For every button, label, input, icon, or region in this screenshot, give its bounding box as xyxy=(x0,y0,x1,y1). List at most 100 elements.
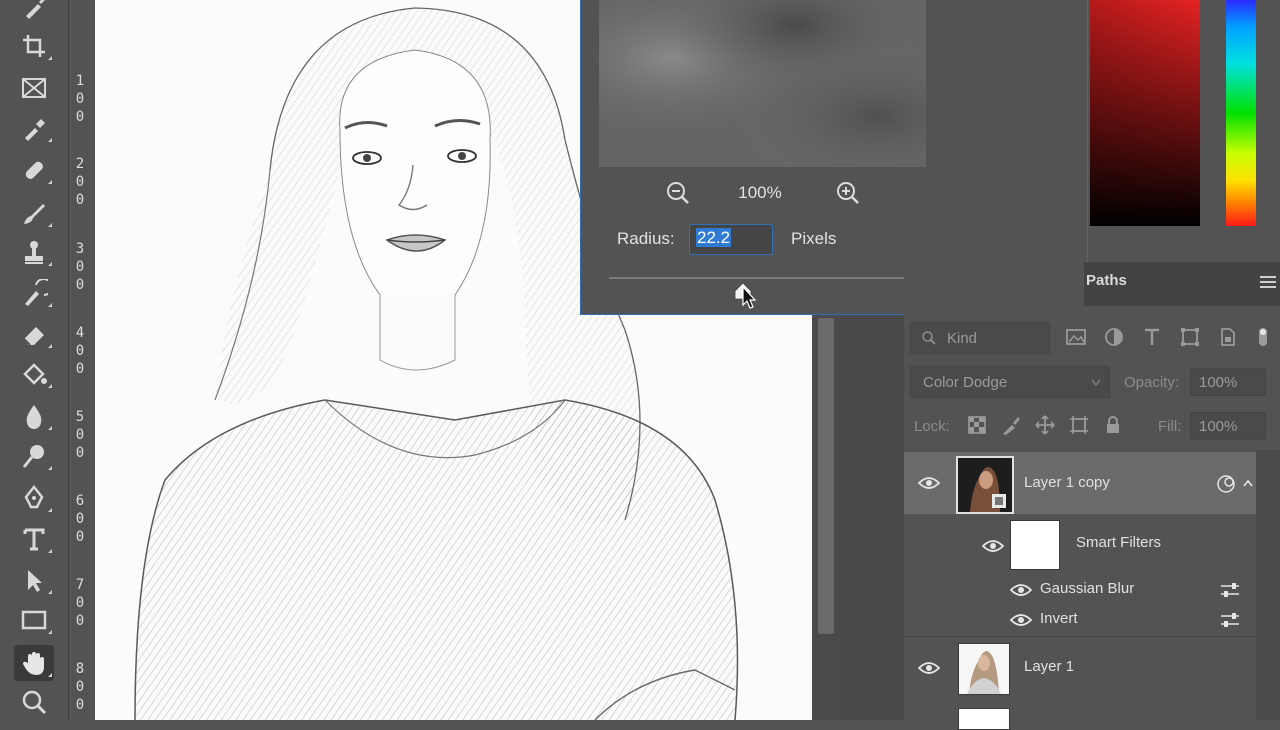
blur-preview[interactable] xyxy=(599,0,926,167)
zoom-in-icon[interactable] xyxy=(835,180,861,206)
ruler-label-700: 700 xyxy=(75,577,85,629)
filter-name[interactable]: Invert xyxy=(1040,610,1078,627)
ruler-label-600: 600 xyxy=(75,493,85,545)
preview-zoom-controls: 100% xyxy=(665,179,865,207)
image-filter-icon[interactable] xyxy=(1064,325,1088,349)
eye-icon[interactable] xyxy=(1010,612,1032,628)
zoom-out-icon[interactable] xyxy=(665,180,691,206)
filter-row-invert[interactable]: Invert xyxy=(904,604,1256,634)
filter-name[interactable]: Gaussian Blur xyxy=(1040,580,1134,597)
color-hue-slider[interactable] xyxy=(1226,0,1256,226)
pen-tool-icon[interactable] xyxy=(14,480,54,516)
blend-mode-value: Color Dodge xyxy=(923,374,1008,391)
layer-row-background[interactable] xyxy=(904,702,1256,730)
panel-menu-icon[interactable] xyxy=(1260,276,1276,290)
brush-tool-icon[interactable] xyxy=(14,195,54,231)
ruler-label-100: 100 xyxy=(75,73,85,125)
eye-icon[interactable] xyxy=(918,475,940,491)
lock-all-icon[interactable] xyxy=(1102,414,1124,436)
frame-tool-icon[interactable] xyxy=(14,70,54,106)
radius-unit-label: Pixels xyxy=(791,229,837,248)
layer-divider xyxy=(904,636,1256,637)
preview-zoom-level: 100% xyxy=(738,183,782,202)
layers-panel: Paths Kind Color Dodge Opacity: 100% Loc… xyxy=(904,262,1280,730)
blend-mode-dropdown[interactable]: Color Dodge xyxy=(910,366,1110,398)
tab-paths[interactable]: Paths xyxy=(1086,272,1127,289)
lock-artboard-icon[interactable] xyxy=(1068,414,1090,436)
layer-filter-label: Kind xyxy=(947,330,978,347)
radius-input-value: 22.2 xyxy=(696,228,732,247)
eye-icon[interactable] xyxy=(918,660,940,676)
type-filter-icon[interactable] xyxy=(1140,325,1164,349)
blur-preview-image xyxy=(599,0,926,167)
radius-slider[interactable] xyxy=(609,277,913,279)
search-icon xyxy=(922,331,936,345)
clone-stamp-tool-icon[interactable] xyxy=(14,234,54,270)
layer-row-layer-1[interactable]: Layer 1 xyxy=(904,638,1256,698)
ruler-label-800: 800 xyxy=(75,661,85,713)
filter-row-gaussian-blur[interactable]: Gaussian Blur xyxy=(904,574,1256,604)
ruler-label-300: 300 xyxy=(75,241,85,293)
history-brush-tool-icon[interactable] xyxy=(14,275,54,311)
lock-image-pixels-icon[interactable] xyxy=(1000,414,1022,436)
smart-filters-label: Smart Filters xyxy=(1076,534,1162,551)
eyedropper-tool-icon[interactable] xyxy=(14,110,54,146)
layer-thumbnail-image xyxy=(959,644,1009,694)
layer-filter-dropdown[interactable]: Kind xyxy=(910,322,1050,354)
fill-label: Fill: xyxy=(1158,418,1182,435)
fill-input[interactable]: 100% xyxy=(1190,412,1266,440)
blending-options-icon[interactable] xyxy=(1220,612,1240,628)
lock-label: Lock: xyxy=(914,418,950,435)
filter-mask-thumbnail[interactable] xyxy=(1010,520,1060,570)
chevron-down-icon xyxy=(1091,379,1101,387)
brush-tool-icon[interactable] xyxy=(14,0,54,26)
eye-icon[interactable] xyxy=(982,538,1004,554)
blur-tool-icon[interactable] xyxy=(14,398,54,434)
chevron-up-icon[interactable] xyxy=(1242,478,1254,488)
zoom-tool-icon[interactable] xyxy=(14,684,54,720)
tab-layers[interactable] xyxy=(904,262,1084,306)
shape-filter-icon[interactable] xyxy=(1178,325,1202,349)
color-saturation-field[interactable] xyxy=(1090,0,1200,226)
dodge-tool-icon[interactable] xyxy=(14,438,54,474)
radius-input[interactable]: 22.2 xyxy=(689,224,773,255)
color-picker xyxy=(1088,0,1280,262)
layer-thumbnail xyxy=(956,456,1014,514)
panel-tab-strip: Paths xyxy=(904,262,1280,306)
tools-panel xyxy=(0,0,68,720)
crop-tool-icon[interactable] xyxy=(14,28,54,64)
vertical-ruler: 100 200 300 400 500 600 700 800 xyxy=(68,0,96,720)
canvas-scrollbar-thumb[interactable] xyxy=(818,318,834,634)
paint-bucket-tool-icon[interactable] xyxy=(14,356,54,392)
lock-transparent-pixels-icon[interactable] xyxy=(966,414,988,436)
ruler-label-200: 200 xyxy=(75,156,85,208)
radius-label: Radius: xyxy=(617,229,675,248)
layers-scrollbar[interactable] xyxy=(1256,450,1280,720)
lock-position-icon[interactable] xyxy=(1034,414,1056,436)
eraser-tool-icon[interactable] xyxy=(14,316,54,352)
blending-options-icon[interactable] xyxy=(1220,582,1240,598)
fill-value: 100% xyxy=(1199,418,1238,435)
adjustment-filter-icon[interactable] xyxy=(1102,325,1126,349)
ruler-label-400: 400 xyxy=(75,325,85,377)
smart-filter-badge-icon xyxy=(1217,475,1235,493)
opacity-value: 100% xyxy=(1199,374,1238,391)
smart-object-filter-icon[interactable] xyxy=(1216,325,1240,349)
mouse-cursor-icon xyxy=(742,285,758,310)
hand-tool-icon[interactable] xyxy=(14,645,54,681)
layer-name[interactable]: Layer 1 copy xyxy=(1024,474,1110,491)
layer-row-layer-1-copy[interactable]: Layer 1 copy xyxy=(904,452,1256,514)
layer-thumbnail xyxy=(958,708,1010,730)
eye-icon[interactable] xyxy=(1010,582,1032,598)
layer-name[interactable]: Layer 1 xyxy=(1024,658,1074,675)
rectangle-tool-icon[interactable] xyxy=(14,602,54,638)
opacity-input[interactable]: 100% xyxy=(1190,368,1266,396)
layer-row-smart-filters[interactable]: Smart Filters xyxy=(904,516,1256,572)
opacity-label: Opacity: xyxy=(1124,374,1180,391)
path-selection-tool-icon[interactable] xyxy=(14,562,54,598)
filter-toggle-icon[interactable] xyxy=(1254,325,1272,349)
type-tool-icon[interactable] xyxy=(14,521,54,557)
ruler-label-500: 500 xyxy=(75,409,85,461)
healing-brush-tool-icon[interactable] xyxy=(14,152,54,188)
layer-thumbnail-image xyxy=(958,458,1012,512)
